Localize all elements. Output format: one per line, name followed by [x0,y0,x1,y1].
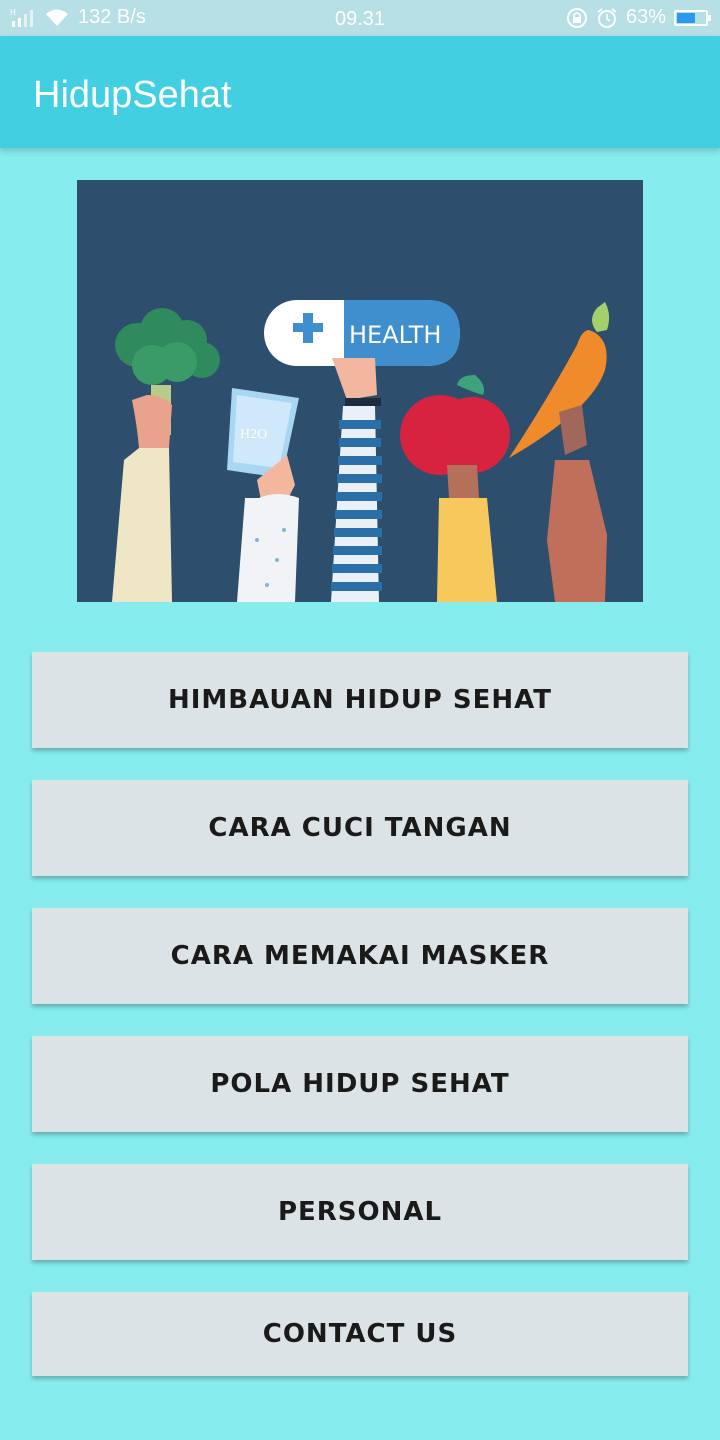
health-badge-text: HEALTH [349,321,441,349]
apple-icon [400,375,510,475]
alarm-icon [597,7,617,28]
contact-us-button[interactable]: CONTACT US [32,1292,688,1376]
health-capsule-icon: HEALTH [264,300,460,366]
personal-button[interactable]: PERSONAL [32,1164,688,1260]
app-title: HidupSehat [33,74,232,116]
app-bar: HidupSehat [0,36,720,148]
himbauan-hidup-sehat-button[interactable]: HIMBAUAN HIDUP SEHAT [32,652,688,748]
carrot-icon [509,302,610,458]
h2o-label: H2O [240,427,267,442]
battery-percent: 63% [625,6,666,28]
rotation-lock-icon [566,7,587,28]
health-hero-image: H2O HEALTH [77,180,643,602]
battery-icon [674,9,711,26]
pola-hidup-sehat-button[interactable]: POLA HIDUP SEHAT [32,1036,688,1132]
cara-cuci-tangan-button[interactable]: CARA CUCI TANGAN [32,780,688,876]
status-bar: H 132 B/s 09.31 63% [0,0,720,36]
health-illustration: H2O HEALTH [112,300,610,602]
cara-memakai-masker-button[interactable]: CARA MEMAKAI MASKER [32,908,688,1004]
